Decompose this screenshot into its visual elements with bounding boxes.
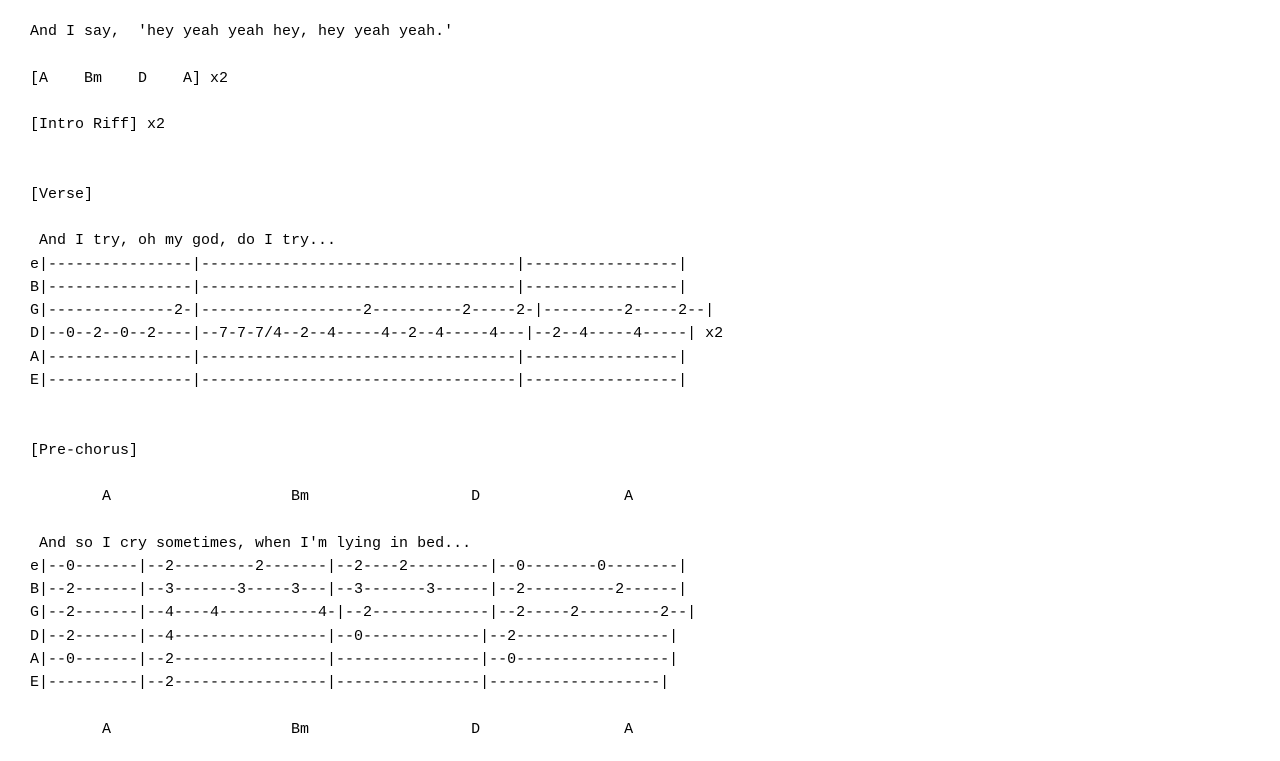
guitar-tab-text: And I say, 'hey yeah yeah hey, hey yeah …	[30, 20, 1250, 741]
tab-content: And I say, 'hey yeah yeah hey, hey yeah …	[30, 20, 1250, 741]
